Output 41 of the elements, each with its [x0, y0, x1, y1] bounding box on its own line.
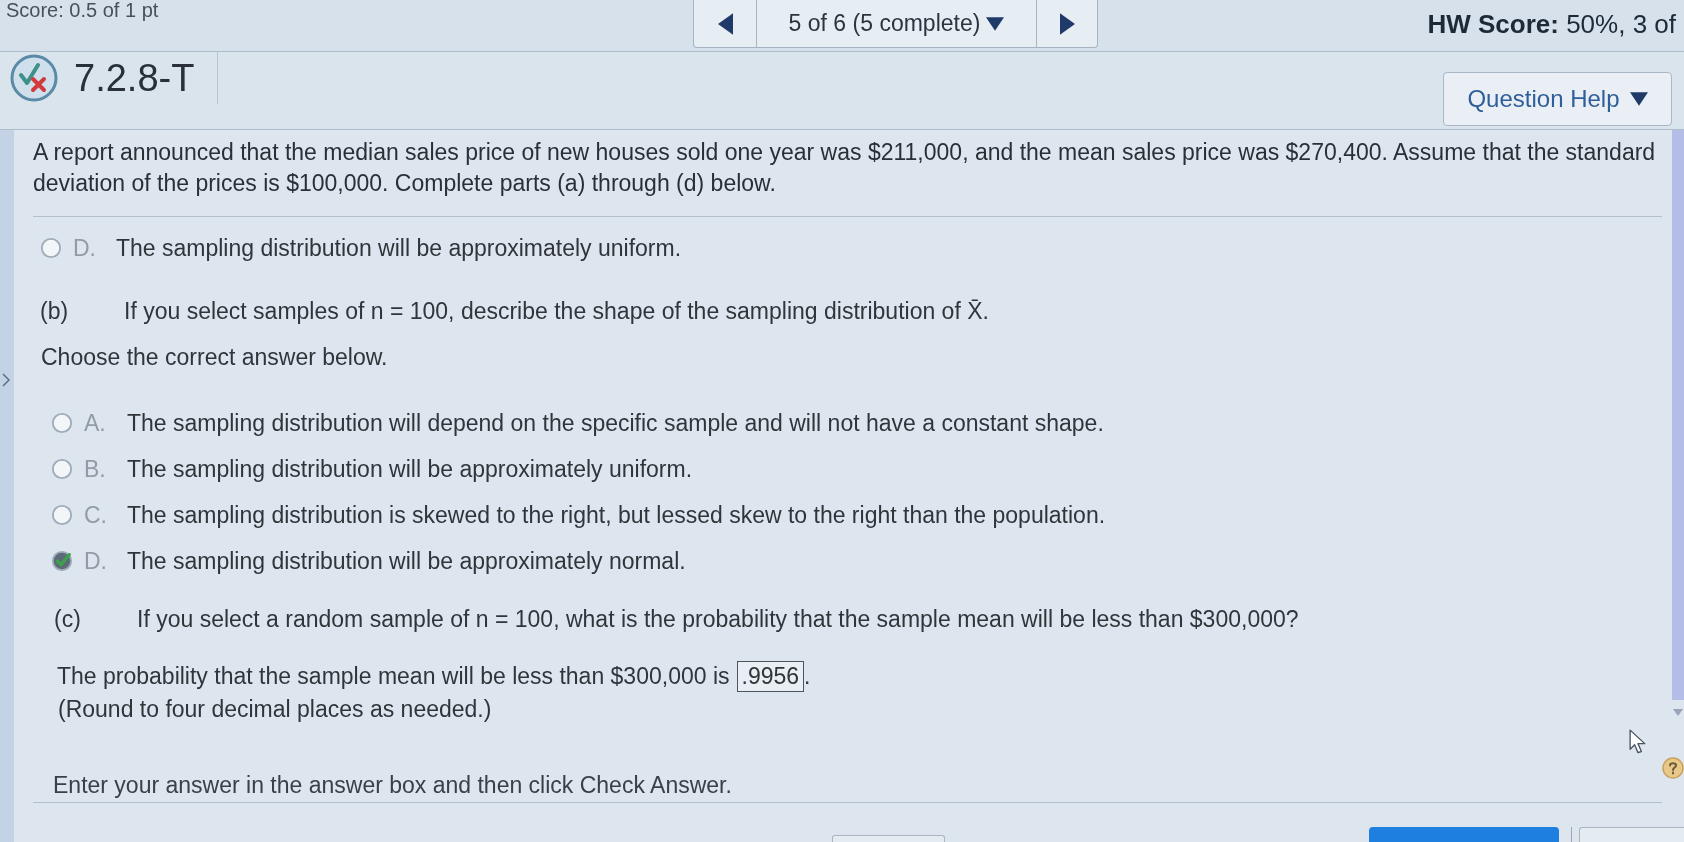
- option-letter: B.: [84, 454, 107, 484]
- option-letter: D.: [84, 546, 108, 576]
- footer-button[interactable]: [832, 835, 945, 842]
- question-prompt: A report announced that the median sales price of new houses sold one year was $211,000, and the mean sales price was $270,400. Assume that the standard deviation of the prices is $100,000. Complete parts (a) through (d) below.: [33, 138, 1657, 198]
- left-triangle-icon: [717, 12, 733, 35]
- mouse-cursor-icon: [1629, 729, 1647, 756]
- chevron-right-icon[interactable]: [2, 373, 10, 387]
- radio-button[interactable]: [40, 237, 62, 259]
- answer-sentence: The probability that the sample mean will be less than $300,000 is: [57, 662, 730, 692]
- option-letter: D.: [73, 233, 97, 263]
- footer-button[interactable]: [1579, 827, 1684, 842]
- right-triangle-icon: [1059, 12, 1075, 35]
- rounding-note: (Round to four decimal places as needed.): [58, 695, 492, 724]
- scrollbar[interactable]: [1672, 130, 1684, 700]
- part-question: If you select a random sample of n = 100, what is the probability that the sample mean will be less than $300,000?: [137, 604, 1299, 634]
- help-icon[interactable]: [1662, 757, 1684, 779]
- question-help-button[interactable]: Question Help: [1443, 72, 1672, 126]
- part-label: (b): [40, 296, 70, 326]
- caret-icon: [1629, 92, 1648, 106]
- score-text: Score: 0.5 of 1 pt: [6, 0, 159, 20]
- option-text: The sampling distribution will depend on the specific sample and will not have a constant shape.: [127, 408, 1104, 438]
- option-letter: C.: [84, 500, 108, 530]
- instructions-text: Enter your answer in the answer box and then click Check Answer.: [53, 771, 732, 800]
- hw-score-text: HW Score: 50%, 3 of: [1427, 9, 1676, 39]
- radio-button[interactable]: [51, 412, 73, 434]
- instruction-text: Choose the correct answer below.: [41, 343, 388, 372]
- part-question: If you select samples of n = 100, describe the shape of the sampling distribution of X̄.: [124, 296, 989, 326]
- option-text: The sampling distribution will be approximately uniform.: [116, 233, 682, 263]
- option-letter: A.: [84, 408, 107, 438]
- part-label: (c): [54, 604, 82, 634]
- radio-button[interactable]: [51, 550, 73, 572]
- option-text: The sampling distribution is skewed to the right, but lessed skew to the right than the population.: [127, 500, 1106, 530]
- radio-button[interactable]: [51, 458, 73, 480]
- scroll-down-arrow-icon[interactable]: [1673, 709, 1683, 716]
- answer-box[interactable]: .9956: [736, 661, 805, 692]
- sentence-period: .: [804, 662, 811, 692]
- option-text: The sampling distribution will be approximately normal.: [127, 546, 686, 576]
- caret-icon: [986, 16, 1005, 31]
- radio-button[interactable]: [51, 504, 73, 526]
- option-text: The sampling distribution will be approximately uniform.: [127, 454, 693, 484]
- question-number: 7.2.8-T: [74, 57, 195, 99]
